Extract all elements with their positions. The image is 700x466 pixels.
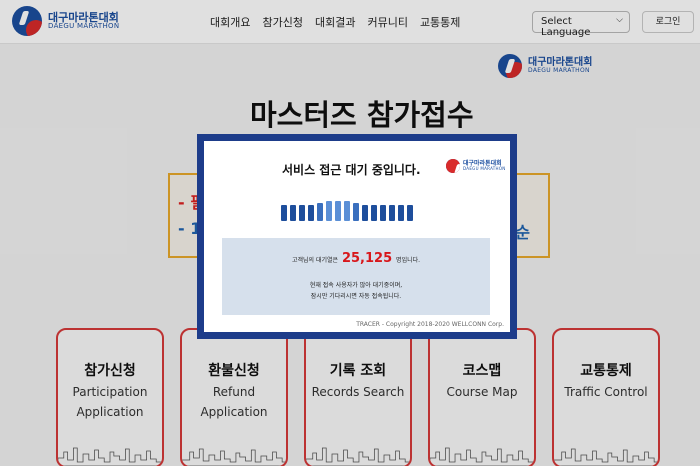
loading-bar	[290, 205, 296, 221]
queue-suffix: 명입니다.	[396, 257, 421, 264]
loading-bar	[371, 205, 377, 221]
loading-bar	[344, 201, 350, 221]
loading-bar	[353, 203, 359, 221]
loading-bar	[335, 201, 341, 221]
queue-count: 25,125	[341, 251, 393, 266]
loading-bar	[281, 205, 287, 221]
loading-bars	[281, 201, 413, 221]
modal-logo-en: DAEGU MARATHON	[463, 166, 506, 172]
loading-bar	[389, 205, 395, 221]
loading-bar	[317, 203, 323, 221]
queue-description-1: 현재 접속 사용자가 많아 대기중이며,	[309, 282, 403, 289]
loading-bar	[380, 205, 386, 221]
loading-bar	[308, 205, 314, 221]
queue-description-2: 잠시만 기다리시면 자동 접속됩니다.	[310, 293, 402, 300]
loading-bar	[362, 205, 368, 221]
modal-title: 서비스 접근 대기 중입니다.	[282, 163, 421, 177]
queue-info-box: 고객님의 대기열은 25,125 명입니다. 현재 접속 사용자가 많아 대기중…	[222, 238, 490, 315]
loading-bar	[407, 205, 413, 221]
copyright-text: TRACER - Copyright 2018-2020 WELLCONN Co…	[356, 321, 504, 328]
queue-modal: 서비스 접근 대기 중입니다. 대구마라톤대회 DAEGU MARATHON 고…	[197, 134, 517, 339]
modal-logo: 대구마라톤대회 DAEGU MARATHON	[446, 159, 506, 173]
marathon-logo-icon	[446, 159, 460, 173]
loading-bar	[326, 201, 332, 221]
queue-position-line: 고객님의 대기열은 25,125 명입니다.	[222, 251, 490, 266]
loading-bar	[398, 205, 404, 221]
loading-bar	[299, 205, 305, 221]
queue-prefix: 고객님의 대기열은	[291, 257, 339, 264]
